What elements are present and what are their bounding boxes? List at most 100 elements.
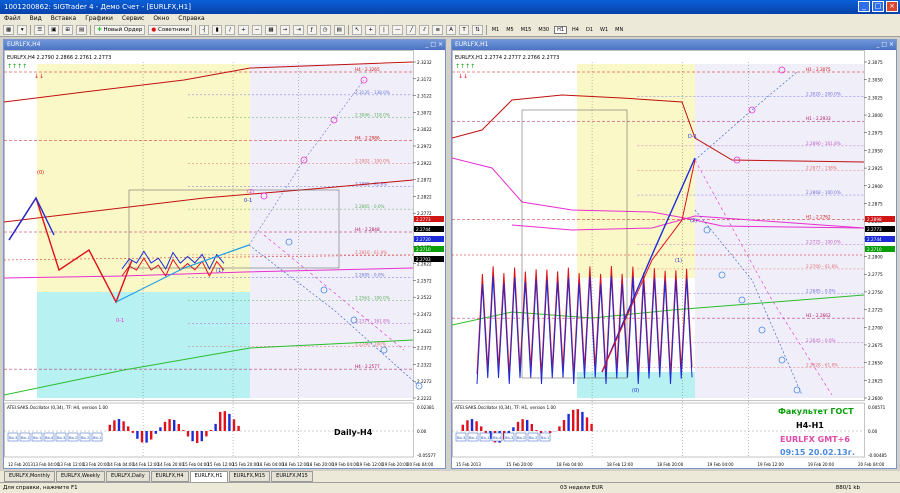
navigator-icon[interactable]: ⊞ [62, 25, 73, 35]
tab-m15[interactable]: EURLFX,M15 [228, 471, 271, 482]
timeframe-mn[interactable]: MN [613, 27, 625, 33]
arrows-icon[interactable]: ⇅ [472, 25, 483, 35]
timeframe-m30[interactable]: M30 [536, 27, 551, 33]
tab-weekly[interactable]: EURLFX,Weekly [56, 471, 106, 482]
date-label: 19 Feb 04:00 [707, 462, 734, 467]
experts-button[interactable]: ● Советники [148, 25, 193, 35]
osc-bar [196, 431, 199, 443]
osc-signal-label: Bb-1 [481, 436, 489, 440]
timeframe-w1[interactable]: W1 [598, 27, 610, 33]
osc-bar [470, 419, 474, 431]
maximize-icon[interactable]: □ [872, 1, 884, 12]
window-controls-icon[interactable]: _ □ × [425, 40, 443, 50]
autoscroll-icon[interactable]: → [279, 25, 291, 35]
menu-insert[interactable]: Вставка [51, 14, 76, 24]
zoom-in-icon[interactable]: + [238, 25, 249, 35]
timeframe-m5[interactable]: M5 [504, 27, 516, 33]
hline-icon[interactable]: — [391, 25, 404, 35]
osc-signal-label: Bb-1 [21, 436, 29, 440]
menu-file[interactable]: Файл [4, 14, 21, 24]
price-label: 2.2600 [868, 396, 883, 401]
wave-label: 0-1 [244, 198, 252, 204]
profiles-icon[interactable]: ▾ [17, 25, 28, 35]
date-label: 18 Feb 04:00 [257, 462, 284, 467]
price-tag-label: 2.2703 [416, 257, 431, 262]
label-icon[interactable]: T [459, 25, 470, 35]
timeframe-m15[interactable]: M15 [519, 27, 534, 33]
osc-signal-label: Bb-2 [81, 436, 89, 440]
osc-signal-label: Bb-3 [57, 436, 65, 440]
date-label: 14 Feb 04:00 [108, 462, 135, 467]
menu-view[interactable]: Вид [30, 14, 42, 24]
channel-icon[interactable]: ⫽ [419, 25, 430, 35]
cursor-icon[interactable]: ↖ [351, 25, 363, 35]
price-label: 2.2772 [417, 211, 432, 216]
osc-bar [159, 427, 162, 431]
chart-window-h1[interactable]: EURLFX,H1 _ □ × EURLFX,H1 2.2774 2.2777 … [451, 39, 897, 469]
osc-bar [136, 431, 139, 439]
terminal-icon[interactable]: ▤ [75, 25, 88, 35]
app-title-bar: 1001200862: SIGTrader 4 - Демо Счет - [E… [0, 0, 900, 14]
templates-icon[interactable]: ▤ [333, 25, 345, 35]
osc-bar [572, 409, 575, 431]
price-tag-label: 2.2710 [416, 247, 431, 252]
timeframe-h4[interactable]: H4 [570, 27, 581, 33]
osc-signal-label: Bb-1 [541, 436, 549, 440]
new-chart-icon[interactable]: ▦ [3, 25, 15, 35]
text-icon[interactable]: A [446, 25, 457, 35]
tab-h1[interactable]: EURLFX,H1 [189, 471, 228, 482]
level-label: 2.2890 - 161.8% [806, 141, 841, 146]
crosshair-icon[interactable]: + [365, 25, 376, 35]
level-label: H4 - 2.2848 [355, 227, 380, 232]
osc-price-label: 0.00571 [868, 405, 886, 410]
date-label: 14 Feb 12:00 [133, 462, 160, 467]
price-label: 2.2522 [417, 295, 432, 300]
tab-daily[interactable]: EURLFX,Daily [106, 471, 150, 482]
zoom-out-icon[interactable]: − [251, 25, 263, 35]
fibo-icon[interactable]: ≡ [432, 25, 444, 35]
arrows-icon: ↑↑↑↑ [7, 63, 27, 70]
price-label: 2.2950 [868, 148, 883, 153]
timeframe-h1[interactable]: H1 [554, 26, 568, 34]
timeframe-d1[interactable]: D1 [584, 27, 595, 33]
price-label: 2.2775 [868, 272, 883, 277]
h4-chart[interactable]: EURLFX,H4 2.2790 2.2866 2.2761 2.2773 ↑↑↑… [4, 50, 445, 468]
bar-chart-icon[interactable]: ┤ [199, 25, 210, 35]
date-label: 19 Feb 20:00 [808, 462, 835, 467]
date-label: 15 Feb 2013 [456, 462, 481, 467]
data-window-icon[interactable]: ▣ [48, 25, 60, 35]
menu-bar: Файл Вид Вставка Графики Сервис Окно Спр… [0, 14, 900, 24]
price-label: 2.2975 [868, 131, 883, 136]
tab-h4[interactable]: EURLFX,H4 [150, 471, 189, 482]
h1-chart[interactable]: EURLFX,H1 2.2774 2.2777 2.2766 2.2773 ↑↑↑… [452, 50, 896, 468]
menu-tools[interactable]: Сервис [122, 14, 144, 24]
price-label: 2.2422 [417, 329, 432, 334]
tab-monthly[interactable]: EURLFX,Monthly [4, 471, 55, 482]
vline-icon[interactable]: | [378, 25, 389, 35]
timeframe-m1[interactable]: M1 [490, 27, 502, 33]
line-chart-icon[interactable]: ∕ [225, 25, 236, 35]
price-label: 2.2900 [868, 184, 883, 189]
menu-help[interactable]: Справка [178, 14, 204, 24]
date-label: 13 Feb 12:00 [58, 462, 85, 467]
period-icon[interactable]: ◷ [319, 25, 331, 35]
close-icon[interactable]: × [886, 1, 898, 12]
app-title: 1001200862: SIGTrader 4 - Демо Счет - [E… [4, 3, 191, 11]
market-watch-icon[interactable]: ☰ [34, 25, 46, 35]
menu-window[interactable]: Окно [153, 14, 169, 24]
date-label: 14 Feb 20:00 [158, 462, 185, 467]
menu-charts[interactable]: Графики [85, 14, 113, 24]
minimize-icon[interactable]: _ [858, 1, 870, 12]
new-order-button[interactable]: ✚ Новый Ордер [94, 25, 146, 35]
trendline-icon[interactable]: ╱ [406, 25, 417, 35]
window-controls-icon[interactable]: _ □ × [876, 40, 894, 50]
osc-bar [480, 426, 483, 431]
chart-shift-icon[interactable]: ⇥ [293, 25, 304, 35]
candles-icon[interactable]: ▮ [212, 25, 223, 35]
price-label: 2.3232 [417, 60, 432, 65]
grid-icon[interactable]: ▦ [265, 25, 277, 35]
chart-window-h4[interactable]: EURLFX,H4 _ □ × EURLFX,H4 2.2790 2.2866 … [3, 39, 446, 469]
level-label: 2.3135 - 138.0% [355, 90, 390, 95]
tab-m15-2[interactable]: EURLFX,M15 [271, 471, 313, 482]
indicators-icon[interactable]: ƒ [306, 25, 317, 35]
